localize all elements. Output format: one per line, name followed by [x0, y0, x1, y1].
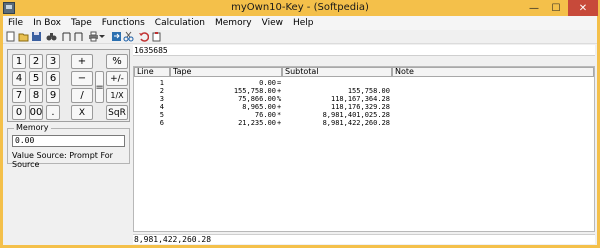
memory-label: Memory [14, 123, 51, 132]
table-row[interactable]: 6 21,235.00 + 8,981,422,260.28 [134, 119, 594, 127]
key-5[interactable]: 5 [29, 71, 43, 86]
percent-button[interactable]: % [106, 54, 128, 69]
tape-value: 21,235.00 [238, 119, 276, 127]
undo-icon[interactable] [138, 31, 149, 42]
subtotal-value: 118,176,329.28 [330, 103, 390, 111]
column-header-line[interactable]: Line [134, 67, 170, 77]
subtotal-value: 8,981,401,025.28 [322, 111, 390, 119]
key-2[interactable]: 2 [29, 54, 43, 69]
menu-view[interactable]: View [257, 18, 288, 28]
line-number: 2 [159, 87, 164, 95]
memory-value-field[interactable]: 0.00 [12, 135, 125, 147]
table-row[interactable]: 4 8,965.00 + 118,176,329.28 [134, 103, 594, 111]
window-title: myOwn10-Key - (Softpedia) [231, 2, 369, 13]
menu-tape[interactable]: Tape [66, 18, 97, 28]
menu-help[interactable]: Help [288, 18, 319, 28]
column-icon[interactable] [73, 31, 84, 42]
tape-table[interactable]: Line Tape Subtotal Note 1 0.00 = 2 155,7… [133, 66, 595, 232]
line-number: 1 [159, 79, 164, 87]
equals-button[interactable]: = [95, 71, 104, 103]
result-display[interactable]: 8,981,422,260.28 [133, 234, 595, 244]
value-source-label: Value Source: Prompt For Source [12, 151, 113, 169]
clipboard-icon[interactable] [151, 31, 162, 42]
title-bar[interactable]: myOwn10-Key - (Softpedia) — ☐ ✕ [0, 0, 600, 16]
line-number: 4 [159, 103, 164, 111]
print-icon[interactable] [88, 31, 99, 42]
key-9[interactable]: 9 [46, 88, 60, 103]
tape-value: 0.00 [259, 79, 276, 87]
menu-in-box[interactable]: In Box [28, 18, 66, 28]
calculator-panel: 1 2 3 4 5 6 7 8 9 0 00 . + % − = +/- / 1… [5, 45, 132, 243]
menu-file[interactable]: File [3, 18, 28, 28]
key-decimal[interactable]: . [46, 105, 60, 120]
line-number: 6 [159, 119, 164, 127]
key-00[interactable]: 00 [29, 105, 43, 120]
key-0[interactable]: 0 [12, 105, 26, 120]
key-4[interactable]: 4 [12, 71, 26, 86]
subtract-button[interactable]: − [71, 71, 93, 86]
table-row[interactable]: 1 0.00 = [134, 79, 594, 87]
tape-value: 75,866.00 [238, 95, 276, 103]
tape-value: 155,758.00 [233, 87, 276, 95]
subtotal-value: 8,981,422,260.28 [322, 119, 390, 127]
key-8[interactable]: 8 [29, 88, 43, 103]
export-icon[interactable] [111, 31, 122, 42]
menu-memory[interactable]: Memory [210, 18, 257, 28]
new-icon[interactable] [5, 31, 16, 42]
menu-calculation[interactable]: Calculation [150, 18, 210, 28]
tape-value: 8,965.00 [242, 103, 276, 111]
save-icon[interactable] [31, 31, 42, 42]
column-icon[interactable] [61, 31, 72, 42]
tape-value: 76.00 [254, 111, 276, 119]
operator: = [277, 79, 282, 87]
tape-header: Line Tape Subtotal Note [134, 67, 594, 77]
key-7[interactable]: 7 [12, 88, 26, 103]
square-root-button[interactable]: SqR [106, 105, 128, 120]
maximize-button[interactable]: ☐ [546, 0, 566, 16]
client-area: File In Box Tape Functions Calculation M… [3, 16, 597, 245]
memory-group: Memory 0.00 Value Source: Prompt For Sou… [7, 123, 130, 169]
subtotal-value: 118,167,364.28 [330, 95, 390, 103]
entry-display[interactable]: 1635685 [133, 45, 595, 56]
toolbar [3, 30, 597, 44]
open-icon[interactable] [18, 31, 29, 42]
key-1[interactable]: 1 [12, 54, 26, 69]
minimize-button[interactable]: — [524, 0, 544, 16]
divide-button[interactable]: / [71, 88, 93, 103]
table-row[interactable]: 2 155,758.00 + 155,758.00 [134, 87, 594, 95]
line-number: 5 [159, 111, 164, 119]
menu-bar: File In Box Tape Functions Calculation M… [3, 16, 597, 30]
key-3[interactable]: 3 [46, 54, 60, 69]
keypad: 1 2 3 4 5 6 7 8 9 0 00 . + % − = +/- / 1… [7, 49, 130, 122]
binoculars-icon[interactable] [46, 31, 57, 42]
add-button[interactable]: + [71, 54, 93, 69]
app-window: myOwn10-Key - (Softpedia) — ☐ ✕ File In … [0, 0, 600, 248]
reciprocal-button[interactable]: 1/X [106, 88, 128, 103]
column-header-note[interactable]: Note [392, 67, 594, 77]
close-button[interactable]: ✕ [568, 0, 598, 16]
dropdown-arrow-icon[interactable] [99, 31, 105, 42]
table-row[interactable]: 5 76.00 * 8,981,401,025.28 [134, 111, 594, 119]
multiply-button[interactable]: X [71, 105, 93, 120]
key-6[interactable]: 6 [46, 71, 60, 86]
column-header-subtotal[interactable]: Subtotal [282, 67, 392, 77]
column-header-tape[interactable]: Tape [170, 67, 282, 77]
scissors-icon[interactable] [123, 31, 134, 42]
subtotal-value: 155,758.00 [347, 87, 390, 95]
plus-minus-button[interactable]: +/- [106, 71, 128, 86]
table-row[interactable]: 3 75,866.00 % 118,167,364.28 [134, 95, 594, 103]
menu-functions[interactable]: Functions [97, 18, 150, 28]
line-number: 3 [159, 95, 164, 103]
